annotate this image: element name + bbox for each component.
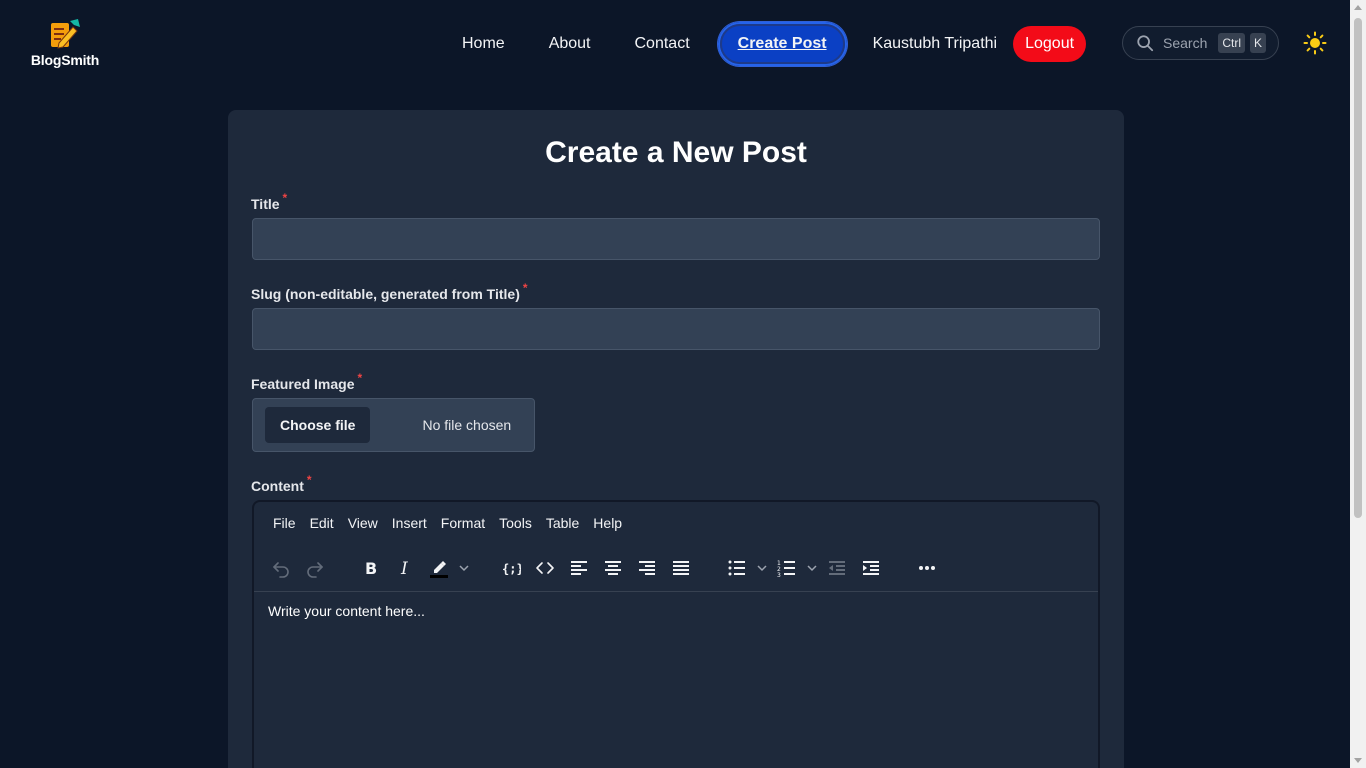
featured-image-label-text: Featured Image <box>251 376 355 392</box>
menu-tools[interactable]: Tools <box>492 509 539 537</box>
required-marker: * <box>306 473 312 487</box>
required-marker: * <box>522 281 528 295</box>
nav-user-profile[interactable]: Kaustubh Tripathi <box>853 24 1014 64</box>
create-post-card: Create a New Post Title * Slug (non-edita… <box>228 110 1124 768</box>
indent-button[interactable] <box>854 552 888 584</box>
undo-icon <box>273 561 289 578</box>
numbered-list-button[interactable]: 123 <box>770 552 804 584</box>
align-justify-button[interactable] <box>664 552 698 584</box>
align-left-icon <box>571 560 587 575</box>
code-sample-icon: {;} <box>502 562 521 576</box>
chevron-down-icon <box>757 564 767 571</box>
menu-file[interactable]: File <box>266 509 303 537</box>
bullet-list-icon <box>728 560 745 575</box>
outdent-icon <box>829 560 845 575</box>
slug-input[interactable] <box>252 308 1100 350</box>
nav-create-post[interactable]: Create Post <box>717 22 847 66</box>
page-title: Create a New Post <box>545 136 807 169</box>
scroll-down-arrow-icon[interactable] <box>1354 758 1362 763</box>
chevron-down-icon <box>459 564 469 571</box>
undo-button[interactable] <box>264 552 298 584</box>
logo-icon <box>51 19 80 49</box>
editor-placeholder: Write your content here... <box>268 603 425 619</box>
bullet-list-dropdown[interactable] <box>754 552 770 584</box>
highlighter-icon <box>430 560 448 578</box>
shortcut-key-k: K <box>1250 33 1267 53</box>
outdent-button[interactable] <box>820 552 854 584</box>
editor-content-area[interactable]: Write your content here... <box>254 593 1098 768</box>
title-label: Title * <box>251 191 287 212</box>
menu-table[interactable]: Table <box>539 509 586 537</box>
align-right-button[interactable] <box>630 552 664 584</box>
align-justify-icon <box>673 560 689 575</box>
search-icon <box>1137 35 1154 52</box>
align-center-button[interactable] <box>596 552 630 584</box>
rich-text-editor: File Edit View Insert Format Tools Table… <box>252 500 1100 768</box>
slug-label: Slug (non-editable, generated from Title… <box>251 281 528 302</box>
svg-text:{;}: {;} <box>502 562 521 576</box>
more-options-button[interactable] <box>910 552 944 584</box>
brand-name: BlogSmith <box>30 52 100 68</box>
highlight-color-button[interactable] <box>422 552 456 584</box>
editor-toolbar: B I {;} <box>254 544 1098 592</box>
sun-icon[interactable] <box>1303 31 1327 55</box>
required-marker: * <box>282 191 288 205</box>
editor-menubar: File Edit View Insert Format Tools Table… <box>254 502 1098 544</box>
numbered-list-dropdown[interactable] <box>804 552 820 584</box>
align-left-button[interactable] <box>562 552 596 584</box>
slug-label-text: Slug (non-editable, generated from Title… <box>251 286 520 302</box>
source-code-button[interactable] <box>528 552 562 584</box>
menu-insert[interactable]: Insert <box>385 509 434 537</box>
italic-icon: I <box>400 559 408 578</box>
search-button[interactable]: Search Ctrl K <box>1122 26 1279 60</box>
bold-icon: B <box>365 559 377 578</box>
more-icon <box>919 565 935 570</box>
content-label-text: Content <box>251 478 304 494</box>
nav-about[interactable]: About <box>527 24 613 64</box>
featured-image-file-input[interactable]: Choose file No file chosen <box>252 398 535 452</box>
choose-file-button[interactable]: Choose file <box>265 407 371 443</box>
svg-text:B: B <box>365 559 377 578</box>
code-icon <box>536 561 554 574</box>
shortcut-key-ctrl: Ctrl <box>1218 33 1246 53</box>
scroll-thumb[interactable] <box>1354 18 1362 518</box>
redo-icon <box>307 561 323 578</box>
align-right-icon <box>639 560 655 575</box>
required-marker: * <box>357 371 363 385</box>
menu-format[interactable]: Format <box>434 509 492 537</box>
main-nav: Home About Contact Create Post Kaustubh … <box>440 22 1087 66</box>
svg-text:I: I <box>400 559 408 578</box>
menu-help[interactable]: Help <box>586 509 629 537</box>
nav-home[interactable]: Home <box>440 24 527 64</box>
chevron-down-icon <box>807 564 817 571</box>
featured-image-label: Featured Image * <box>251 371 362 392</box>
logout-button[interactable]: Logout <box>1013 26 1087 62</box>
top-navbar: BlogSmith Home About Contact Create Post… <box>0 0 1350 88</box>
scroll-up-arrow-icon[interactable] <box>1354 5 1362 10</box>
menu-edit[interactable]: Edit <box>303 509 341 537</box>
content-label: Content * <box>251 473 312 494</box>
menu-view[interactable]: View <box>341 509 385 537</box>
svg-text:3: 3 <box>777 572 781 578</box>
file-status-text: No file chosen <box>422 417 512 433</box>
align-center-icon <box>605 560 621 575</box>
bold-button[interactable]: B <box>354 552 388 584</box>
search-label: Search <box>1163 35 1208 51</box>
title-label-text: Title <box>251 196 280 212</box>
redo-button[interactable] <box>298 552 332 584</box>
page-scrollbar[interactable] <box>1350 0 1366 768</box>
indent-icon <box>863 560 879 575</box>
italic-button[interactable]: I <box>388 552 422 584</box>
title-input[interactable] <box>252 218 1100 260</box>
highlight-color-dropdown[interactable] <box>456 552 472 584</box>
brand-logo[interactable]: BlogSmith <box>30 18 100 70</box>
bullet-list-button[interactable] <box>720 552 754 584</box>
code-sample-button[interactable]: {;} <box>494 552 528 584</box>
nav-contact[interactable]: Contact <box>613 24 712 64</box>
numbered-list-icon: 123 <box>777 560 795 578</box>
